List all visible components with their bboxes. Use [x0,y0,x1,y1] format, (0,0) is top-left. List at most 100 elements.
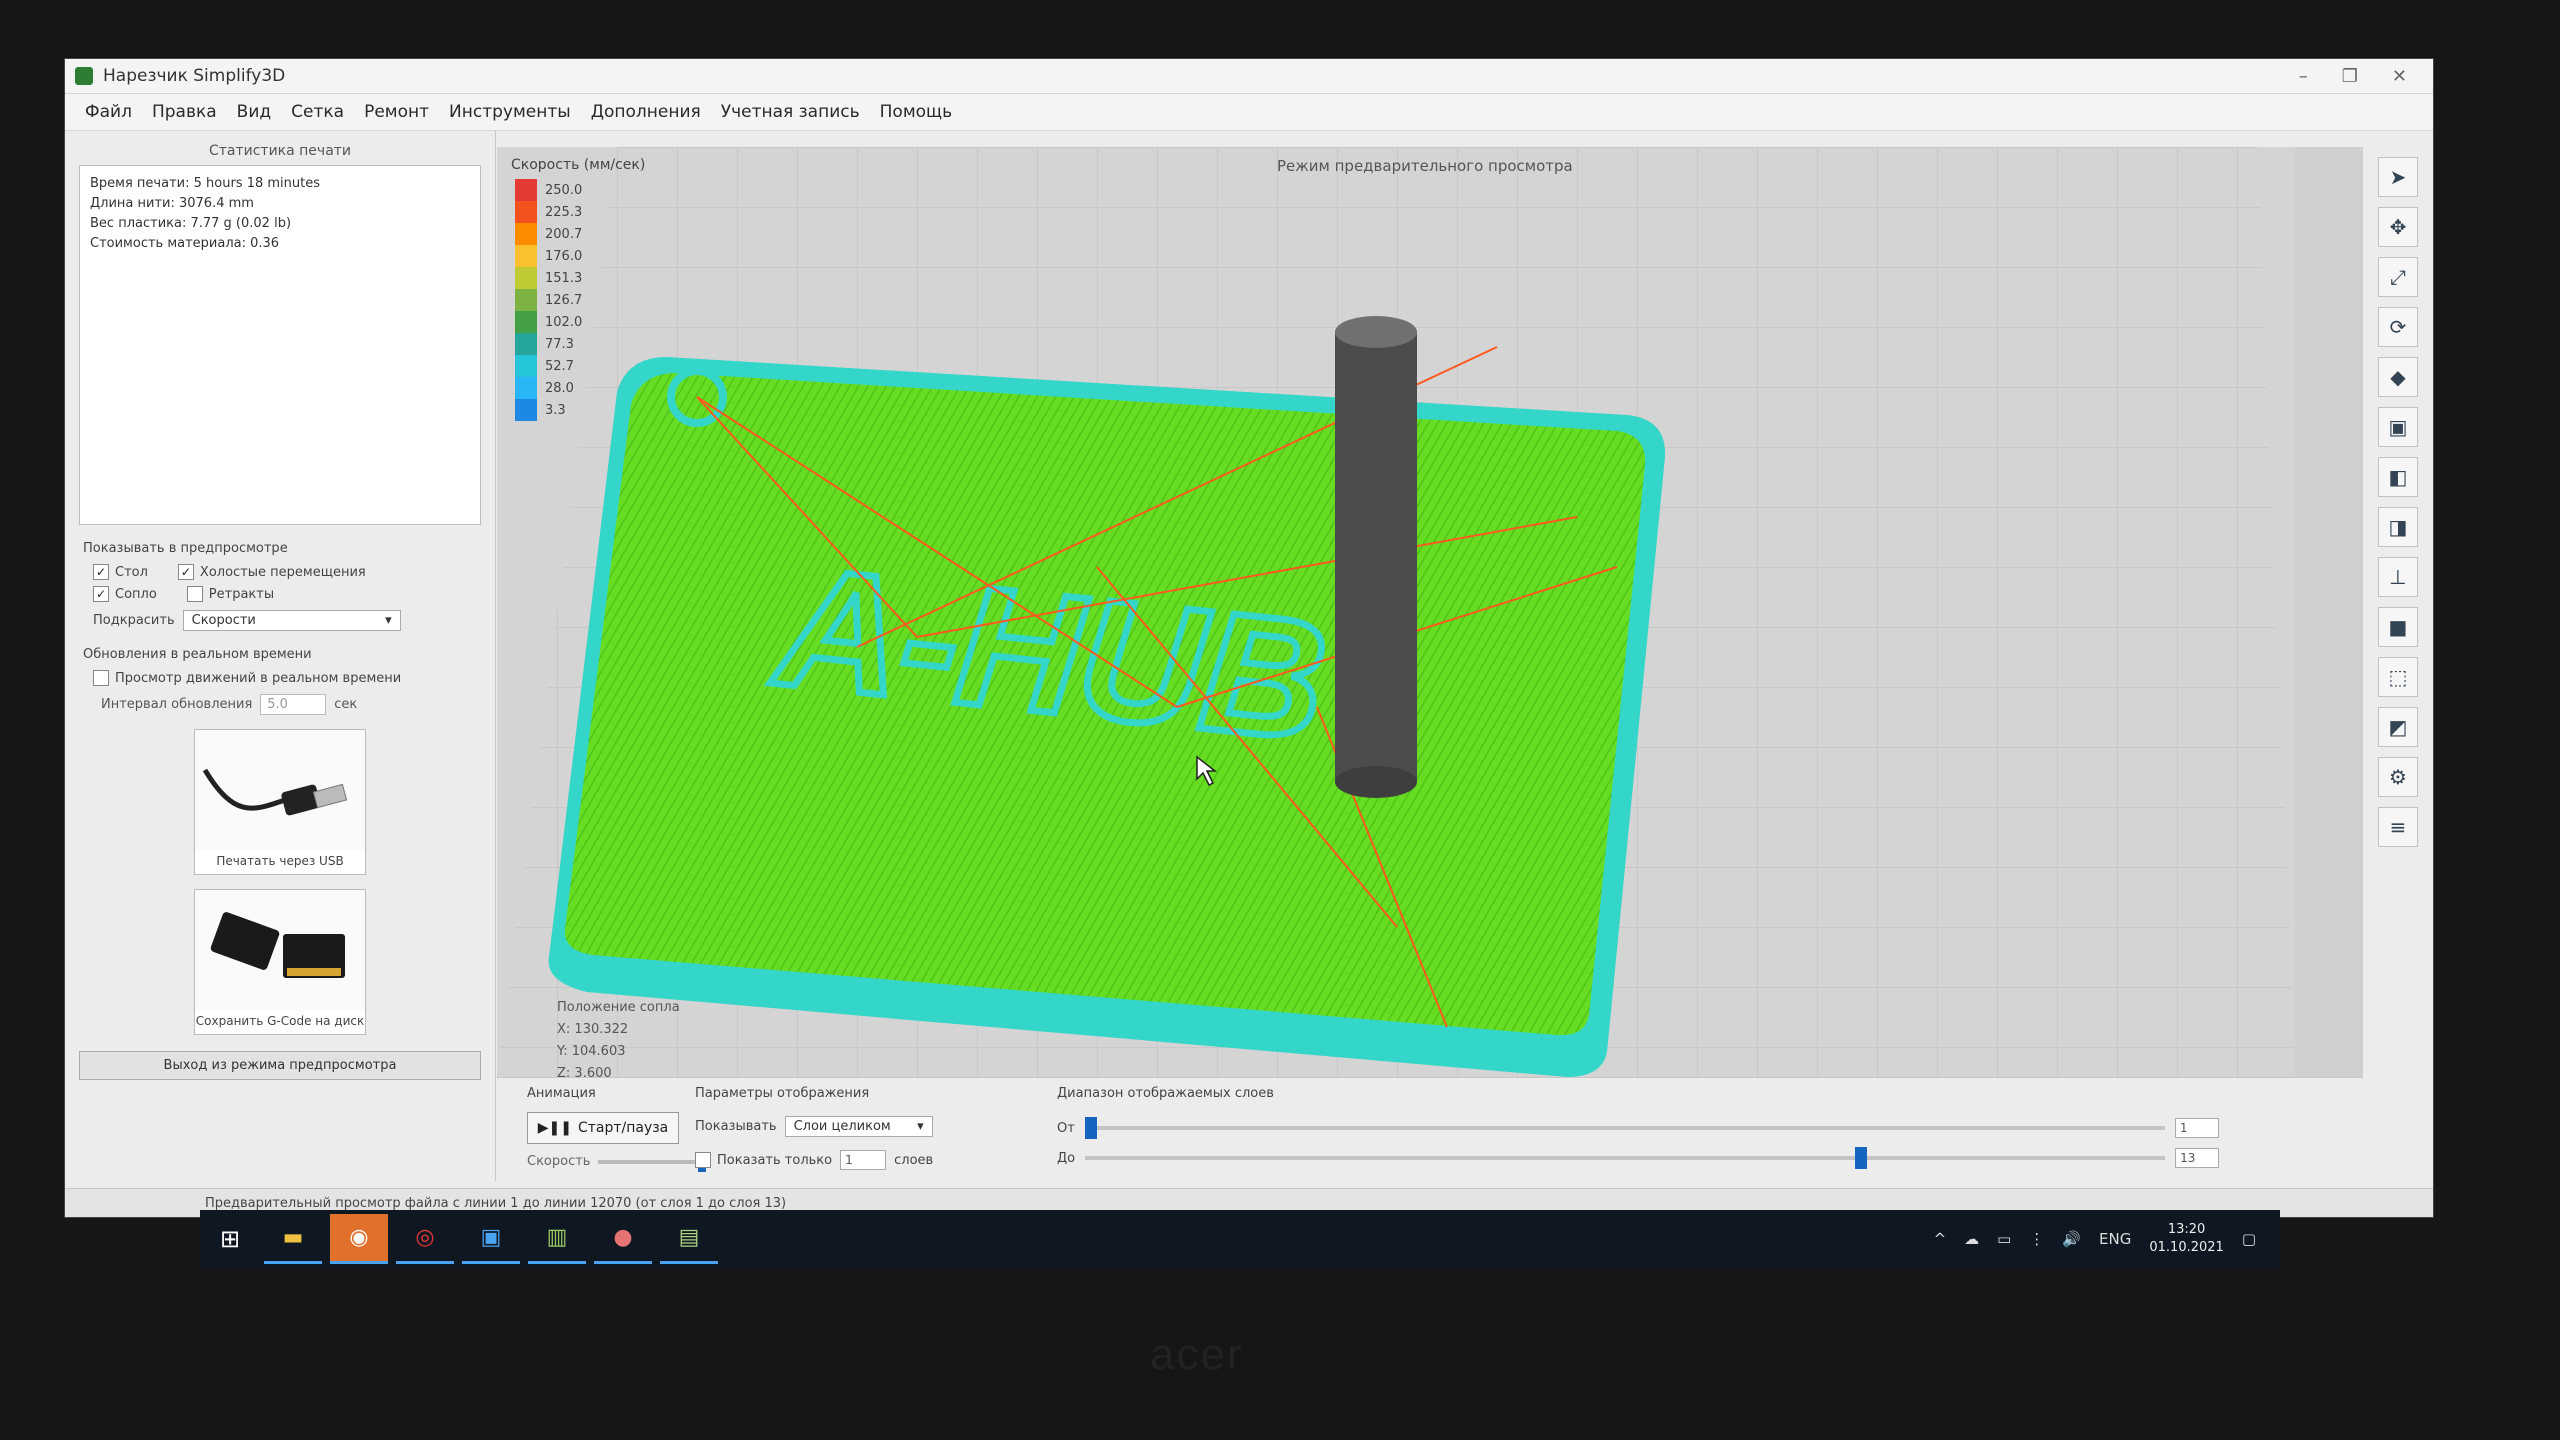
checkbox-realtime-label: Просмотр движений в реальном времени [115,670,402,686]
menu-tools[interactable]: Инструменты [439,102,581,122]
maximize-button[interactable]: ❐ [2342,66,2358,87]
menu-help[interactable]: Помощь [870,102,962,122]
legend-value: 77.3 [545,336,574,352]
checkbox-realtime-preview[interactable]: Просмотр движений в реальном времени [93,670,401,686]
axes-icon[interactable]: ⊥ [2378,557,2418,597]
rotate-icon[interactable]: ⟳ [2378,307,2418,347]
legend-value: 225.3 [545,204,583,220]
stat-print-time: Время печати: 5 hours 18 minutes [90,176,320,191]
sd-card-icon [195,890,365,1010]
windows-start-icon[interactable]: ⊞ [200,1210,260,1268]
solid-view-icon[interactable]: ■ [2378,607,2418,647]
scene-3d: A-HUB [497,147,2295,1077]
show-only-unit: слоев [894,1152,934,1168]
taskbar-explorer-icon[interactable]: ▬ [264,1214,322,1264]
show-mode-value: Слои целиком [793,1119,891,1134]
close-button[interactable]: ✕ [2392,66,2407,87]
settings-gear-icon[interactable]: ⚙ [2378,757,2418,797]
layer-from-label: От [1057,1120,1075,1136]
right-toolbar: ➤ ✥ ⤢ ⟳ ◆ ▣ ◧ ◨ ⊥ ■ ⬚ ◩ ⚙ ≡ [2363,147,2433,1087]
show-mode-select[interactable]: Слои целиком ▾ [784,1116,933,1137]
print-usb-button[interactable]: Печатать через USB [194,729,366,875]
move-icon[interactable]: ✥ [2378,207,2418,247]
checkbox-nozzle[interactable]: ✓ Сопло [93,586,157,602]
legend-swatch [515,333,537,355]
speed-legend: 250.0 225.3 200.7 176.0 151.3 126.7 102.0 77.3 5… [515,179,582,421]
play-pause-button[interactable]: ▶❚❚ Старт/пауза [527,1112,679,1144]
checkbox-show-only[interactable]: Показать только [695,1152,832,1168]
legend-title: Скорость (мм/сек) [511,157,646,173]
legend-row: 200.7 [515,223,582,245]
taskbar-app2-icon[interactable]: ▣ [462,1214,520,1264]
exit-preview-button[interactable]: Выход из режима предпросмотра [79,1051,481,1080]
scale-icon[interactable]: ⤢ [2378,257,2418,297]
layer-from-thumb[interactable] [1084,1117,1097,1139]
notification-icon[interactable]: ▢ [2242,1230,2256,1248]
checkbox-travel-moves[interactable]: ✓ Холостые перемещения [177,564,366,580]
menu-file[interactable]: Файл [75,102,142,122]
language-indicator[interactable]: ENG [2099,1230,2131,1248]
show-only-input[interactable]: 1 [840,1150,887,1170]
view-iso-icon[interactable]: ◆ [2378,357,2418,397]
play-pause-icon: ▶❚❚ [537,1120,572,1136]
legend-row: 3.3 [515,399,582,421]
layer-from-row: От 1 [1057,1117,2219,1139]
checkbox-retractions[interactable]: Ретракты [186,586,274,602]
legend-value: 250.0 [545,182,583,198]
wireframe-icon[interactable]: ⬚ [2378,657,2418,697]
app-window: Нарезчик Simplify3D – ❐ ✕ Файл Правка Ви… [64,58,2434,1218]
volume-icon[interactable]: 🔊 [2062,1230,2081,1248]
menu-repair[interactable]: Ремонт [354,102,439,122]
menu-edit[interactable]: Правка [142,102,227,122]
menu-addons[interactable]: Дополнения [581,102,711,122]
interval-unit: сек [334,697,358,712]
preview-viewport[interactable]: A-HUB Скорость (мм/сек) 250.0 225.3 200.… [497,147,2363,1077]
legend-value: 151.3 [545,270,583,286]
layer-to-input[interactable]: 13 [2175,1148,2220,1168]
checkbox-bed[interactable]: ✓ Стол [93,564,148,580]
view-side-icon[interactable]: ◨ [2378,507,2418,547]
taskbar-app-icon[interactable]: ◉ [330,1214,388,1264]
view-top-icon[interactable]: ▣ [2378,407,2418,447]
cloud-icon[interactable]: ☁ [1964,1230,1979,1248]
taskbar-simplify3d-icon[interactable]: ▥ [528,1214,586,1264]
legend-value: 28.0 [545,380,574,396]
taskbar-chrome-icon[interactable]: ◎ [396,1214,454,1264]
print-usb-label: Печатать через USB [216,854,344,868]
view-front-icon[interactable]: ◧ [2378,457,2418,497]
speed-slider[interactable] [598,1151,709,1172]
tray-expand-icon[interactable]: ^ [1934,1230,1947,1248]
menu-mesh[interactable]: Сетка [281,102,354,122]
taskbar-app3-icon[interactable]: ● [594,1214,652,1264]
interval-input[interactable]: 5.0 [260,694,327,715]
checkbox-realtime-box [93,670,109,686]
cross-section-icon[interactable]: ◩ [2378,707,2418,747]
menu-bar: Файл Правка Вид Сетка Ремонт Инструменты… [65,94,2433,131]
legend-value: 126.7 [545,292,583,308]
chevron-down-icon: ▾ [917,1119,924,1134]
layer-from-slider[interactable] [1084,1117,2165,1139]
menu-view[interactable]: Вид [227,102,281,122]
network-icon[interactable]: ⋮ [2029,1230,2044,1248]
stat-material-cost: Стоимость материала: 0.36 [90,236,280,251]
nozzle-x: X: 130.322 [557,1022,629,1037]
save-gcode-button[interactable]: Сохранить G-Code на диск [194,889,366,1035]
layer-to-thumb[interactable] [1855,1147,1868,1169]
clock[interactable]: 13:20 01.10.2021 [2149,1221,2223,1257]
clock-time: 13:20 [2167,1222,2206,1237]
clock-date: 01.10.2021 [2149,1240,2224,1255]
layer-range-title: Диапазон отображаемых слоев [1057,1086,1274,1101]
title-bar: Нарезчик Simplify3D – ❐ ✕ [65,59,2433,94]
layers-icon[interactable]: ≡ [2378,807,2418,847]
color-by-select[interactable]: Скорости ▾ [182,610,401,631]
menu-account[interactable]: Учетная запись [711,102,870,122]
battery-icon[interactable]: ▭ [1997,1230,2011,1248]
legend-value: 176.0 [545,248,583,264]
layer-from-input[interactable]: 1 [2174,1118,2219,1138]
layer-to-slider[interactable] [1085,1147,2166,1169]
legend-swatch [515,399,537,421]
select-cursor-icon[interactable]: ➤ [2378,157,2418,197]
taskbar-notepad-icon[interactable]: ▤ [660,1214,718,1264]
minimize-button[interactable]: – [2299,66,2308,87]
window-title: Нарезчик Simplify3D [103,66,286,86]
